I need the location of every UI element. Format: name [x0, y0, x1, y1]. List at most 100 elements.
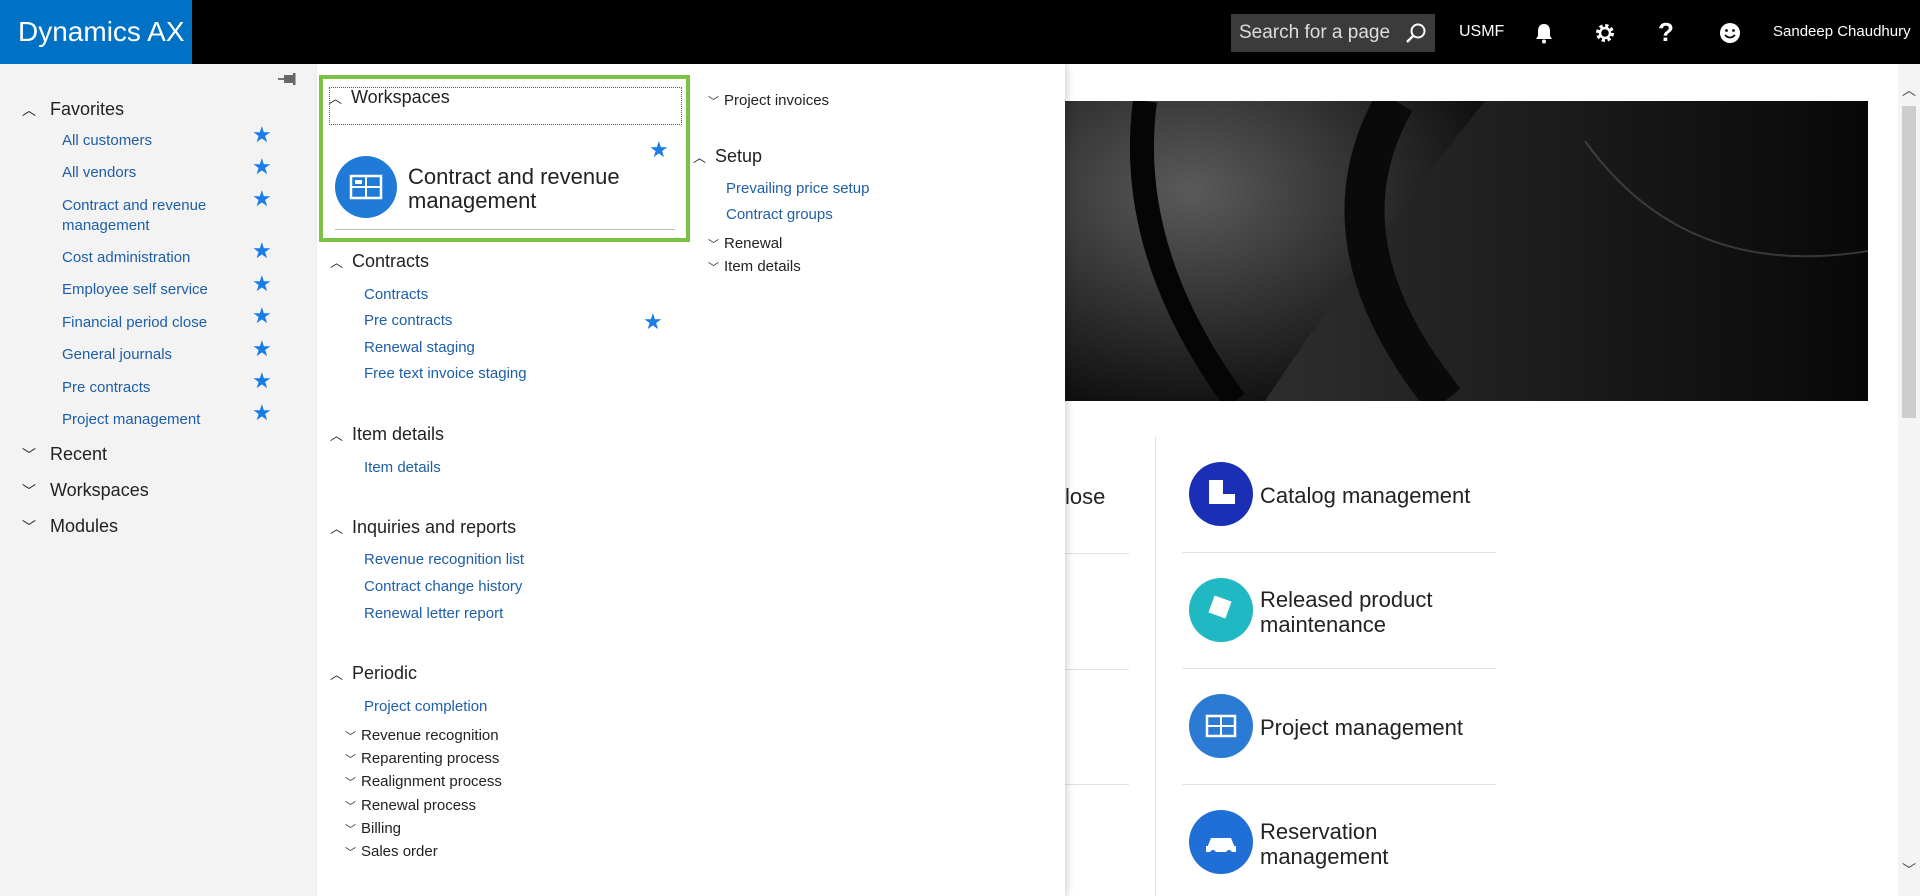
menu-link[interactable]: Renewal letter report: [364, 604, 503, 624]
gear-icon[interactable]: [1593, 21, 1617, 45]
search-input[interactable]: Search for a page: [1231, 14, 1435, 52]
star-icon[interactable]: ★: [252, 273, 272, 295]
favorite-link[interactable]: Financial period close: [62, 313, 242, 333]
favorite-link[interactable]: All vendors: [62, 163, 242, 183]
tile-label: Reservation management: [1260, 819, 1389, 869]
car-icon: [1189, 810, 1253, 874]
menu-link[interactable]: Item details: [364, 458, 441, 478]
workspace-tile[interactable]: Released product maintenance: [1182, 553, 1496, 669]
star-icon[interactable]: ★: [252, 305, 272, 327]
chevron-down-icon: ﹀: [345, 777, 356, 789]
smiley-icon[interactable]: [1718, 21, 1742, 45]
favorite-link[interactable]: Pre contracts: [62, 378, 242, 398]
app-title[interactable]: Dynamics AX: [0, 0, 192, 64]
chevron-down-icon: ﹀: [22, 483, 36, 500]
help-icon[interactable]: ?: [1658, 0, 1674, 64]
nav-group-modules[interactable]: ﹀ Modules: [22, 513, 118, 539]
divider: [1065, 784, 1129, 785]
nav-group-label: Favorites: [50, 99, 125, 119]
star-icon[interactable]: ★: [252, 124, 272, 146]
chevron-up-icon: ︿: [330, 428, 344, 443]
menu-link[interactable]: Renewal staging: [364, 338, 475, 358]
menu-link[interactable]: Contract change history: [364, 577, 522, 597]
favorite-link[interactable]: Cost administration: [62, 248, 242, 268]
tile-label: Catalog management: [1260, 483, 1471, 508]
tiles-divider: [1155, 436, 1156, 896]
workspace-tile[interactable]: Catalog management: [1182, 437, 1496, 553]
menu-link[interactable]: Project completion: [364, 697, 487, 717]
project-icon: [1189, 694, 1253, 758]
user-name[interactable]: Sandeep Chaudhury: [1773, 0, 1911, 64]
divider: [335, 229, 675, 230]
scroll-thumb[interactable]: [1902, 106, 1916, 418]
search-icon[interactable]: [1405, 22, 1427, 44]
star-icon[interactable]: ★: [649, 137, 669, 163]
nav-group-label: Recent: [50, 444, 108, 464]
favorite-link[interactable]: General journals: [62, 345, 242, 365]
star-icon[interactable]: ★: [252, 156, 272, 178]
chevron-down-icon: ﹀: [345, 731, 356, 743]
partial-tile-label: lose: [1065, 484, 1106, 509]
section-header-inquiries[interactable]: ︿ Inquiries and reports: [330, 514, 516, 540]
chevron-down-icon: ﹀: [345, 847, 356, 859]
favorite-link[interactable]: Contract and revenue management: [62, 196, 242, 236]
submenu-project-invoices[interactable]: ﹀ Project invoices: [708, 91, 829, 112]
submenu-revenue-recognition[interactable]: ﹀ Revenue recognition: [345, 726, 499, 747]
submenu-item-details[interactable]: ﹀ Item details: [708, 257, 801, 278]
workspaces-header-label: ︿ Workspaces: [329, 85, 450, 111]
menu-link[interactable]: Contract groups: [726, 205, 833, 225]
contract-workspace-icon[interactable]: [335, 156, 397, 218]
submenu-billing[interactable]: ﹀ Billing: [345, 819, 401, 840]
scroll-up-icon[interactable]: ︿: [1902, 80, 1916, 100]
chevron-up-icon: ︿: [330, 667, 344, 682]
nav-group-favorites[interactable]: ︿ Favorites: [22, 96, 124, 122]
nav-group-recent[interactable]: ﹀ Recent: [22, 441, 107, 467]
section-header-contracts[interactable]: ︿ Contracts: [330, 248, 429, 274]
menu-link[interactable]: Prevailing price setup: [726, 179, 869, 199]
star-icon[interactable]: ★: [643, 311, 663, 333]
section-header-setup[interactable]: ︿ Setup: [693, 143, 762, 169]
submenu-realignment[interactable]: ﹀ Realignment process: [345, 772, 502, 793]
company-picker[interactable]: USMF: [1459, 0, 1504, 64]
page-scrollbar[interactable]: ︿ ﹀: [1898, 64, 1920, 896]
menu-link[interactable]: Pre contracts: [364, 311, 452, 331]
menu-link[interactable]: Free text invoice staging: [364, 364, 527, 384]
workspaces-section: ︿ Workspaces ★ Contract and revenue manag…: [319, 75, 690, 242]
bell-icon[interactable]: [1532, 21, 1556, 45]
banner-texture: [1065, 101, 1868, 401]
favorite-link[interactable]: Project management: [62, 410, 242, 430]
pin-icon[interactable]: [277, 71, 299, 89]
star-icon[interactable]: ★: [252, 402, 272, 424]
divider: [1065, 669, 1129, 670]
favorite-link[interactable]: Employee self service: [62, 280, 242, 300]
chevron-up-icon: ︿: [693, 150, 707, 165]
chevron-down-icon: ﹀: [708, 96, 719, 108]
submenu-reparenting[interactable]: ﹀ Reparenting process: [345, 749, 499, 770]
chevron-up-icon: ︿: [329, 91, 343, 106]
menu-link[interactable]: Revenue recognition list: [364, 550, 524, 570]
nav-group-workspaces[interactable]: ﹀ Workspaces: [22, 477, 149, 503]
star-icon[interactable]: ★: [252, 338, 272, 360]
chevron-down-icon: ﹀: [708, 262, 719, 274]
tile-label: Project management: [1260, 715, 1463, 740]
star-icon[interactable]: ★: [252, 240, 272, 262]
nav-group-label: Modules: [50, 516, 119, 536]
catalog-icon: [1189, 462, 1253, 526]
menu-link[interactable]: Contracts: [364, 285, 428, 305]
workspace-tile[interactable]: Reservation management: [1182, 785, 1496, 896]
star-icon[interactable]: ★: [252, 188, 272, 210]
submenu-renewal[interactable]: ﹀ Renewal: [708, 234, 782, 255]
submenu-renewal-process[interactable]: ﹀ Renewal process: [345, 796, 476, 817]
section-header-item-details[interactable]: ︿ Item details: [330, 421, 444, 447]
workspace-tile[interactable]: Project management: [1182, 669, 1496, 785]
scroll-down-icon[interactable]: ﹀: [1902, 860, 1916, 880]
workspace-tile-label[interactable]: Contract and revenue management: [408, 165, 648, 213]
star-icon[interactable]: ★: [252, 370, 272, 392]
tile-label: Released product maintenance: [1260, 587, 1433, 637]
chevron-down-icon: ﹀: [345, 824, 356, 836]
nav-group-label: Workspaces: [50, 480, 149, 500]
submenu-sales-order[interactable]: ﹀ Sales order: [345, 842, 438, 863]
favorite-link[interactable]: All customers: [62, 131, 242, 151]
chevron-down-icon: ﹀: [22, 447, 36, 464]
section-header-periodic[interactable]: ︿ Periodic: [330, 660, 417, 686]
